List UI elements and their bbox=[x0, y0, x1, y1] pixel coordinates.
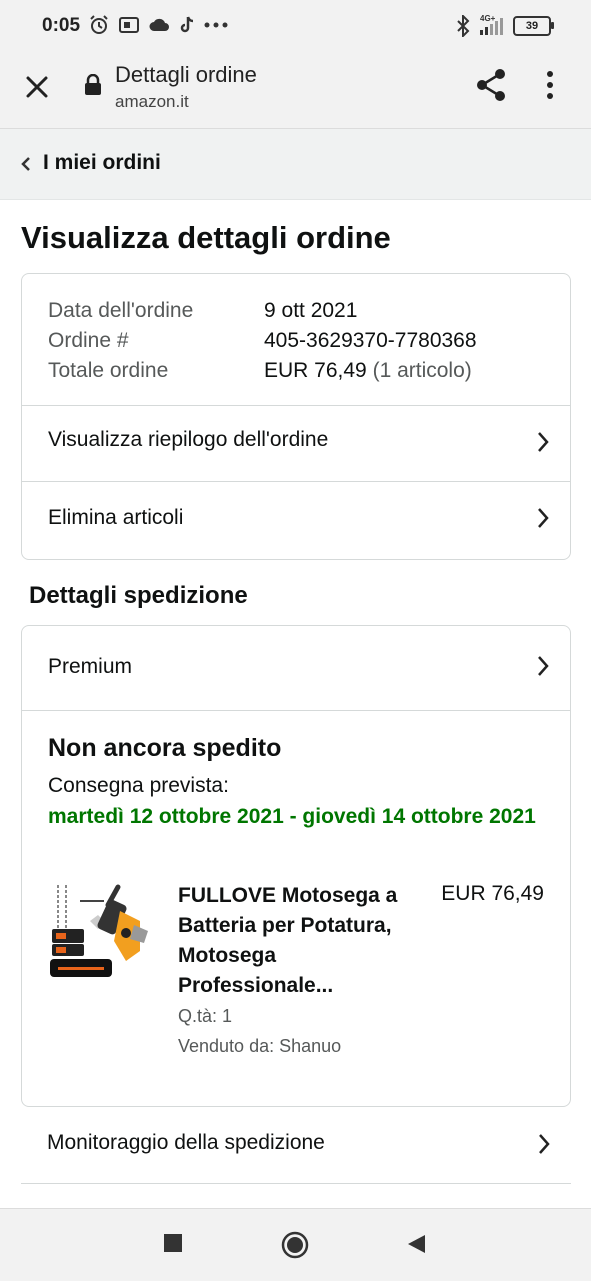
order-summary-card: Data dell'ordine 9 ott 2021 Ordine # 405-3… bbox=[21, 273, 571, 560]
page-url: amazon.it bbox=[115, 92, 189, 111]
chevron-left-icon bbox=[21, 157, 30, 171]
delete-items-label: Elimina articoli bbox=[48, 506, 184, 529]
alarm-icon bbox=[90, 15, 108, 34]
chevron-right-icon bbox=[538, 656, 549, 676]
view-order-summary-label: Visualizza riepilogo dell'ordine bbox=[48, 428, 329, 451]
more-notifications-icon bbox=[204, 22, 228, 28]
shipping-section-title: Dettagli spedizione bbox=[29, 582, 248, 609]
shipping-speed-label: Premium bbox=[48, 655, 133, 678]
battery-icon: 39 bbox=[513, 16, 554, 36]
cloud-icon bbox=[149, 18, 169, 31]
sim-card-icon bbox=[119, 17, 139, 33]
product-name-link[interactable]: FULLOVE Motosega a Batteria per Potatura… bbox=[178, 881, 428, 1001]
divider bbox=[22, 710, 570, 711]
order-summary: Data dell'ordine 9 ott 2021 Ordine # 405-3… bbox=[48, 296, 477, 386]
recent-apps-icon[interactable] bbox=[163, 1233, 183, 1253]
track-shipment-link[interactable]: Monitoraggio della spedizione bbox=[21, 1106, 571, 1184]
order-number-value: 405-3629370-7780368 bbox=[264, 329, 477, 352]
order-total-value: EUR 76,49 bbox=[264, 359, 367, 382]
product-quantity: Q.tà: 1 bbox=[178, 1006, 233, 1026]
order-total-label: Totale ordine bbox=[48, 359, 169, 382]
chevron-right-icon bbox=[538, 432, 549, 452]
order-date-label: Data dell'ordine bbox=[48, 299, 194, 322]
chevron-right-icon bbox=[539, 1134, 550, 1154]
close-icon[interactable] bbox=[22, 72, 52, 102]
delivery-estimate-label: Consegna prevista: bbox=[48, 774, 229, 797]
product-image[interactable] bbox=[50, 881, 156, 981]
delete-items-link[interactable]: Elimina articoli bbox=[22, 482, 570, 558]
page-title: Visualizza dettagli ordine bbox=[21, 220, 391, 255]
shipping-speed-row[interactable]: Premium bbox=[22, 626, 570, 710]
status-time: 0:05 bbox=[42, 15, 81, 36]
shipment-status: Non ancora spedito bbox=[48, 734, 282, 762]
status-bar: 0:05 4G+ 39 bbox=[0, 0, 591, 52]
browser-toolbar: Dettagli ordine amazon.it bbox=[0, 52, 591, 129]
more-options-icon[interactable] bbox=[545, 70, 555, 100]
product-seller: Venduto da: Shanuo bbox=[178, 1036, 342, 1056]
status-system-icons: 4G+ 39 bbox=[456, 14, 554, 37]
chevron-right-icon bbox=[538, 508, 549, 528]
tiktok-icon bbox=[180, 16, 194, 33]
network-type: 4G+ bbox=[480, 13, 496, 23]
breadcrumb-my-orders[interactable]: I miei ordini bbox=[43, 151, 161, 175]
order-number-label: Ordine # bbox=[48, 329, 129, 352]
bluetooth-icon bbox=[457, 15, 470, 37]
share-icon[interactable] bbox=[475, 68, 507, 102]
page-tab-title: Dettagli ordine bbox=[115, 62, 257, 87]
delivery-date-range: martedì 12 ottobre 2021 - giovedì 14 ott… bbox=[48, 805, 536, 828]
product-price: EUR 76,49 bbox=[441, 882, 544, 905]
back-icon[interactable] bbox=[405, 1233, 427, 1255]
home-icon[interactable] bbox=[281, 1231, 309, 1259]
signal-icon: 4G+ bbox=[480, 14, 503, 35]
breadcrumb[interactable]: I miei ordini bbox=[0, 129, 591, 200]
shipment-card: Premium Non ancora spedito Consegna prev… bbox=[21, 625, 571, 1107]
system-navigation-bar bbox=[0, 1208, 591, 1281]
status-notification-icons bbox=[88, 14, 228, 36]
track-shipment-label: Monitoraggio della spedizione bbox=[47, 1131, 325, 1154]
lock-icon bbox=[85, 74, 101, 95]
view-order-summary-link[interactable]: Visualizza riepilogo dell'ordine bbox=[22, 406, 570, 481]
order-date-value: 9 ott 2021 bbox=[264, 299, 358, 322]
order-item-count: (1 articolo) bbox=[372, 359, 472, 382]
